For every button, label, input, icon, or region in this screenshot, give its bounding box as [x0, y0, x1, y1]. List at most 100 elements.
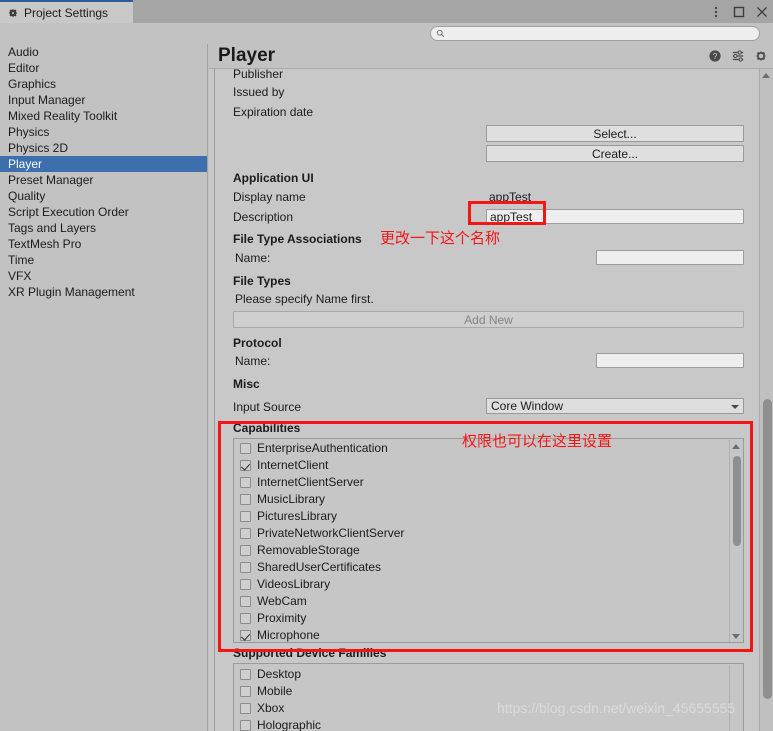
fta-name-input[interactable]: [596, 250, 744, 265]
checkbox-unchecked-icon[interactable]: [240, 477, 251, 488]
select-certificate-button[interactable]: Select...: [486, 125, 744, 142]
sidebar-item-textmesh-pro[interactable]: TextMesh Pro: [0, 236, 207, 252]
sidebar-item-quality[interactable]: Quality: [0, 188, 207, 204]
device-family-label: Desktop: [257, 667, 302, 681]
issued-by-label: Issued by: [233, 85, 285, 99]
maximize-icon[interactable]: [732, 5, 746, 19]
file-types-hint: Please specify Name first.: [235, 292, 374, 306]
file-types-section-label: File Types: [233, 274, 291, 288]
device-family-row[interactable]: Mobile: [234, 683, 728, 700]
sidebar-item-vfx[interactable]: VFX: [0, 268, 207, 284]
protocol-name-label: Name:: [235, 354, 271, 368]
capability-label: InternetClient: [257, 458, 329, 472]
close-icon[interactable]: [755, 5, 769, 19]
sidebar-item-time[interactable]: Time: [0, 252, 207, 268]
tab-project-settings[interactable]: Project Settings: [0, 0, 133, 23]
checkbox-unchecked-icon[interactable]: [240, 720, 251, 731]
add-new-file-type-button[interactable]: Add New: [233, 311, 744, 328]
publisher-label: Publisher: [233, 69, 284, 81]
scroll-down-arrow-icon[interactable]: [732, 634, 740, 639]
scrollbar-thumb[interactable]: [763, 399, 772, 699]
sidebar-item-mixed-reality-toolkit[interactable]: Mixed Reality Toolkit: [0, 108, 207, 124]
file-type-associations-section-label: File Type Associations: [233, 232, 362, 246]
capability-label: EnterpriseAuthentication: [257, 441, 388, 455]
preset-icon[interactable]: [731, 49, 745, 63]
sidebar-item-graphics[interactable]: Graphics: [0, 76, 207, 92]
checkbox-checked-icon[interactable]: [240, 630, 251, 641]
capability-label: MusicLibrary: [257, 492, 326, 506]
scroll-up-arrow-icon[interactable]: [762, 73, 770, 78]
capability-row[interactable]: WebCam: [234, 593, 728, 610]
panel-content: Publisher Issued by Expiration date Sele…: [209, 69, 773, 731]
sidebar-item-audio[interactable]: Audio: [0, 44, 207, 60]
capability-row[interactable]: VideosLibrary: [234, 576, 728, 593]
misc-section-label: Misc: [233, 377, 260, 391]
checkbox-unchecked-icon[interactable]: [240, 511, 251, 522]
checkbox-unchecked-icon[interactable]: [240, 596, 251, 607]
scroll-up-arrow-icon[interactable]: [732, 444, 740, 449]
checkbox-unchecked-icon[interactable]: [240, 686, 251, 697]
sidebar-item-editor[interactable]: Editor: [0, 60, 207, 76]
capabilities-scrollbar[interactable]: [729, 440, 742, 642]
capability-row[interactable]: PicturesLibrary: [234, 508, 728, 525]
scrollbar-thumb[interactable]: [733, 456, 741, 546]
create-certificate-button[interactable]: Create...: [486, 145, 744, 162]
device-family-row[interactable]: Holographic: [234, 717, 728, 731]
device-families-listbox[interactable]: Desktop Mobile Xbox Holographic: [233, 663, 744, 731]
application-ui-section-label: Application UI: [233, 171, 314, 185]
checkbox-unchecked-icon[interactable]: [240, 545, 251, 556]
sidebar-item-input-manager[interactable]: Input Manager: [0, 92, 207, 108]
protocol-section-label: Protocol: [233, 336, 282, 350]
search-input[interactable]: [430, 26, 760, 41]
checkbox-unchecked-icon[interactable]: [240, 562, 251, 573]
sidebar-item-physics-2d[interactable]: Physics 2D: [0, 140, 207, 156]
checkbox-unchecked-icon[interactable]: [240, 703, 251, 714]
annotation-text-capabilities: 权限也可以在这里设置: [462, 432, 613, 450]
svg-text:?: ?: [713, 52, 718, 61]
capability-label: SharedUserCertificates: [257, 560, 382, 574]
sidebar-item-preset-manager[interactable]: Preset Manager: [0, 172, 207, 188]
tab-label: Project Settings: [24, 5, 109, 20]
checkbox-checked-icon[interactable]: [240, 460, 251, 471]
sidebar-item-player[interactable]: Player: [0, 156, 207, 172]
settings-sidebar[interactable]: Audio Editor Graphics Input Manager Mixed Re…: [0, 44, 208, 731]
sidebar-item-xr-plugin-management[interactable]: XR Plugin Management: [0, 284, 207, 300]
capability-row[interactable]: Microphone: [234, 627, 728, 642]
kebab-menu-icon[interactable]: [709, 5, 723, 19]
capability-label: PrivateNetworkClientServer: [257, 526, 405, 540]
capability-row[interactable]: InternetClientServer: [234, 474, 728, 491]
description-label: Description: [233, 210, 294, 224]
checkbox-unchecked-icon[interactable]: [240, 669, 251, 680]
capability-row[interactable]: Proximity: [234, 610, 728, 627]
gear-icon[interactable]: [754, 49, 768, 63]
panel-scrollbar[interactable]: [759, 69, 773, 731]
description-input[interactable]: appTest: [486, 209, 744, 224]
fta-name-label: Name:: [235, 251, 271, 265]
annotation-text-rename: 更改一下这个名称: [380, 229, 501, 247]
capabilities-listbox[interactable]: EnterpriseAuthentication InternetClient In…: [233, 438, 744, 643]
sidebar-item-script-execution-order[interactable]: Script Execution Order: [0, 204, 207, 220]
help-icon[interactable]: ?: [708, 49, 722, 63]
display-name-label: Display name: [233, 190, 306, 204]
capability-row[interactable]: SharedUserCertificates: [234, 559, 728, 576]
device-families-scrollbar[interactable]: [729, 665, 742, 731]
window-controls: [709, 0, 769, 23]
capability-row[interactable]: InternetClient: [234, 457, 728, 474]
display-name-value: appTest: [489, 190, 532, 204]
checkbox-unchecked-icon[interactable]: [240, 443, 251, 454]
input-source-dropdown[interactable]: Core Window: [486, 398, 744, 414]
capability-row[interactable]: PrivateNetworkClientServer: [234, 525, 728, 542]
capability-label: Microphone: [257, 628, 320, 642]
supported-device-families-section-label: Supported Device Families: [233, 646, 387, 660]
checkbox-unchecked-icon[interactable]: [240, 494, 251, 505]
device-family-row[interactable]: Desktop: [234, 666, 728, 683]
checkbox-unchecked-icon[interactable]: [240, 579, 251, 590]
checkbox-unchecked-icon[interactable]: [240, 613, 251, 624]
sidebar-item-physics[interactable]: Physics: [0, 124, 207, 140]
capability-row[interactable]: MusicLibrary: [234, 491, 728, 508]
capability-row[interactable]: RemovableStorage: [234, 542, 728, 559]
sidebar-item-tags-and-layers[interactable]: Tags and Layers: [0, 220, 207, 236]
capability-label: VideosLibrary: [257, 577, 331, 591]
protocol-name-input[interactable]: [596, 353, 744, 368]
checkbox-unchecked-icon[interactable]: [240, 528, 251, 539]
